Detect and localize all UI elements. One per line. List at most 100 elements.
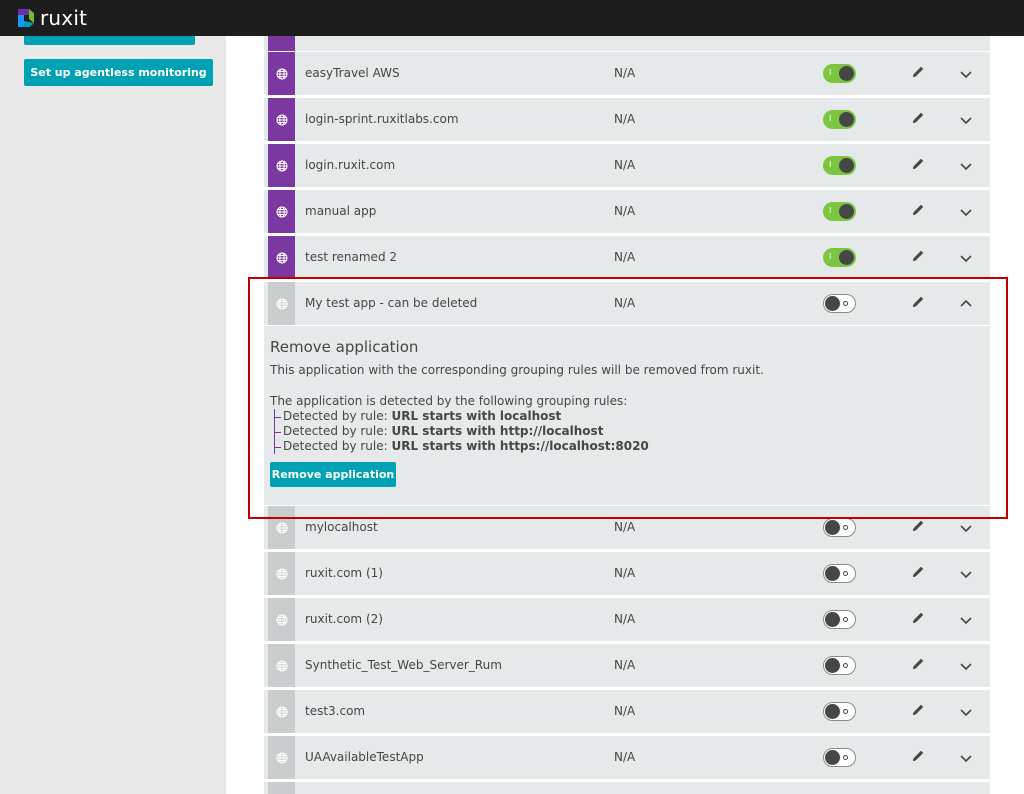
remove-application-panel: Remove application This application with…: [264, 326, 990, 505]
sidebar-previous-button[interactable]: [24, 36, 195, 45]
toggle-on-mark: I: [829, 68, 832, 77]
table-row[interactable]: mylocalhost N/A: [264, 506, 990, 549]
app-name[interactable]: ruxit.com (1): [305, 566, 383, 580]
monitoring-toggle[interactable]: I: [823, 156, 856, 175]
monitoring-toggle[interactable]: I: [823, 202, 856, 221]
chevron-down-icon[interactable]: [958, 750, 974, 766]
toggle-knob: [839, 66, 854, 81]
table-row[interactable]: easyTravel AWS N/A I: [264, 52, 990, 95]
chevron-down-icon[interactable]: [958, 566, 974, 582]
table-row[interactable]: Synthetic_Test_Web_Server_Rum N/A: [264, 644, 990, 687]
toggle-on-mark: I: [829, 206, 832, 215]
chevron-down-icon[interactable]: [958, 704, 974, 720]
chevron-down-icon[interactable]: [958, 66, 974, 82]
pencil-icon[interactable]: [910, 656, 926, 672]
table-row[interactable]: ruxit.com (1) N/A: [264, 552, 990, 595]
apdex-value: N/A: [614, 750, 636, 764]
app-name[interactable]: login-sprint.ruxitlabs.com: [305, 112, 459, 126]
pencil-icon[interactable]: [910, 564, 926, 580]
globe-icon: [268, 190, 295, 233]
globe-icon: [268, 644, 295, 687]
logo-text: ruxit: [40, 6, 88, 30]
app-name[interactable]: manual app: [305, 204, 376, 218]
monitoring-toggle[interactable]: I: [823, 110, 856, 129]
top-bar: ruxit: [0, 0, 1024, 36]
table-row[interactable]: ruxit.com (2) N/A: [264, 598, 990, 641]
globe-icon: [268, 598, 295, 641]
setup-agentless-monitoring-button[interactable]: Set up agentless monitoring: [24, 59, 213, 86]
table-row[interactable]: manual app N/A I: [264, 190, 990, 233]
remove-application-button[interactable]: Remove application: [270, 462, 396, 487]
monitoring-toggle[interactable]: [823, 518, 856, 537]
table-row[interactable]: test renamed 2 N/A I: [264, 236, 990, 279]
grouping-rules-list: Detected by rule: URL starts with localh…: [274, 409, 649, 454]
monitoring-toggle[interactable]: [823, 564, 856, 583]
pencil-icon[interactable]: [910, 748, 926, 764]
table-row[interactable]: login-sprint.ruxitlabs.com N/A I: [264, 98, 990, 141]
table-row[interactable]: UAAvailableTestApp N/A: [264, 736, 990, 779]
monitoring-toggle[interactable]: [823, 294, 856, 313]
pencil-icon[interactable]: [910, 110, 926, 126]
apdex-value: N/A: [614, 158, 636, 172]
apdex-value: N/A: [614, 566, 636, 580]
pencil-icon[interactable]: [910, 202, 926, 218]
grouping-rule: Detected by rule: URL starts with localh…: [275, 409, 649, 424]
app-name[interactable]: ruxit.com (2): [305, 612, 383, 626]
grouping-rules-intro: The application is detected by the follo…: [270, 394, 628, 408]
app-name[interactable]: test renamed 2: [305, 250, 397, 264]
chevron-up-icon[interactable]: [958, 296, 974, 312]
apdex-value: N/A: [614, 204, 636, 218]
pencil-icon[interactable]: [910, 610, 926, 626]
remove-panel-description: This application with the corresponding …: [270, 363, 764, 377]
app-icon-strip: [268, 782, 295, 794]
chevron-down-icon[interactable]: [958, 520, 974, 536]
globe-icon: [268, 506, 295, 549]
monitoring-toggle[interactable]: [823, 610, 856, 629]
pencil-icon[interactable]: [910, 248, 926, 264]
globe-icon: [268, 552, 295, 595]
table-row[interactable]: test3.com N/A: [264, 690, 990, 733]
toggle-off-mark: [843, 571, 848, 576]
chevron-down-icon[interactable]: [958, 158, 974, 174]
pencil-icon[interactable]: [910, 518, 926, 534]
app-name[interactable]: login.ruxit.com: [305, 158, 395, 172]
chevron-down-icon[interactable]: [958, 204, 974, 220]
app-name[interactable]: mylocalhost: [305, 520, 378, 534]
remove-panel-title: Remove application: [270, 338, 419, 356]
app-name[interactable]: easyTravel AWS: [305, 66, 400, 80]
app-name[interactable]: UAAvailableTestApp: [305, 750, 424, 764]
pencil-icon[interactable]: [910, 156, 926, 172]
monitoring-toggle[interactable]: [823, 702, 856, 721]
table-row[interactable]: login.ruxit.com N/A I: [264, 144, 990, 187]
grouping-rule: Detected by rule: URL starts with https:…: [275, 439, 649, 454]
table-row[interactable]: My test app - can be deleted N/A: [264, 282, 990, 325]
toggle-on-mark: I: [829, 114, 832, 123]
app-name[interactable]: My test app - can be deleted: [305, 296, 477, 310]
toggle-off-mark: [843, 617, 848, 622]
toggle-knob: [825, 296, 840, 311]
toggle-off-mark: [843, 525, 848, 530]
globe-icon: [268, 282, 295, 325]
app-name[interactable]: Synthetic_Test_Web_Server_Rum: [305, 658, 502, 672]
applications-list: easyTravel AWS N/A Ilogin-sprint.ruxitlabs…: [229, 36, 1024, 794]
pencil-icon[interactable]: [910, 702, 926, 718]
monitoring-toggle[interactable]: I: [823, 248, 856, 267]
monitoring-toggle[interactable]: [823, 656, 856, 675]
chevron-down-icon[interactable]: [958, 112, 974, 128]
apdex-value: N/A: [614, 612, 636, 626]
monitoring-toggle[interactable]: I: [823, 64, 856, 83]
apdex-value: N/A: [614, 112, 636, 126]
chevron-down-icon[interactable]: [958, 250, 974, 266]
ruxit-logo[interactable]: ruxit: [14, 6, 87, 30]
apdex-value: N/A: [614, 658, 636, 672]
app-name[interactable]: test3.com: [305, 704, 365, 718]
pencil-icon[interactable]: [910, 294, 926, 310]
chevron-down-icon[interactable]: [958, 612, 974, 628]
sidebar: [0, 36, 226, 794]
monitoring-toggle[interactable]: [823, 748, 856, 767]
pencil-icon[interactable]: [910, 64, 926, 80]
toggle-knob: [825, 612, 840, 627]
toggle-knob: [825, 750, 840, 765]
apdex-value: N/A: [614, 66, 636, 80]
chevron-down-icon[interactable]: [958, 658, 974, 674]
